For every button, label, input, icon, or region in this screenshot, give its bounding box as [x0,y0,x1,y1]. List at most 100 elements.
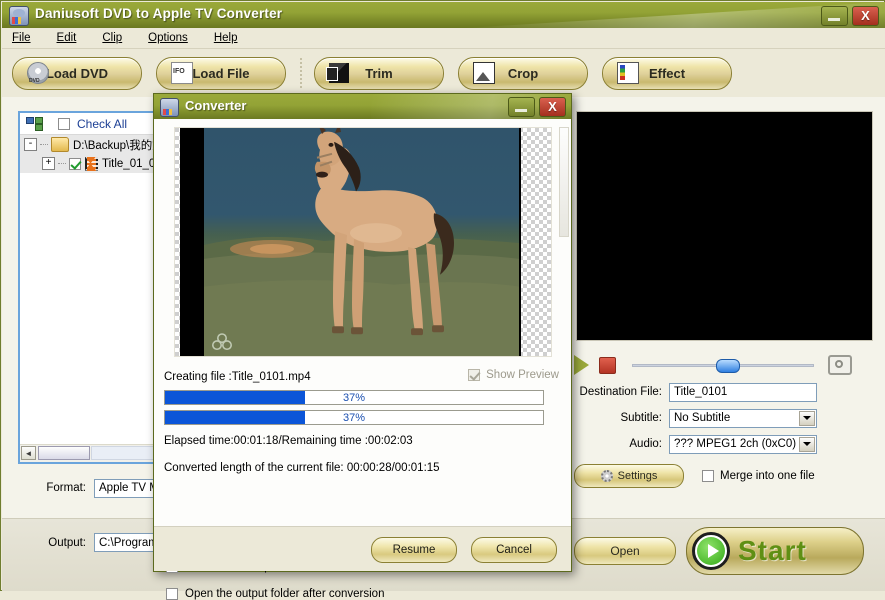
load-dvd-button[interactable]: Load DVD [12,56,142,90]
effect-sliders-icon [617,62,639,84]
crop-image-icon [473,62,495,84]
settings-button[interactable]: Settings [574,464,684,488]
menu-options-label: Options [148,32,188,44]
creating-file-text: Creating file :Title_0101.mp4 [164,371,311,383]
open-folder-checkbox[interactable] [166,588,178,600]
dialog-close-button[interactable]: X [539,97,566,117]
check-all-checkbox[interactable] [58,117,70,130]
cancel-button[interactable]: Cancel [471,537,557,563]
menu-file-label: File [12,32,31,44]
scroll-left-arrow-icon[interactable]: ◄ [21,446,36,460]
conversion-preview-frame [174,127,552,357]
subtitle-row: Subtitle: No Subtitle [574,405,876,431]
elapsed-time-text: Elapsed time:00:01:18/Remaining time :00… [164,435,413,447]
load-file-label: Load File [192,65,250,81]
dialog-app-icon [160,98,179,117]
play-icon[interactable] [574,355,589,375]
preview-fields: Destination File: Title_0101 Subtitle: N… [574,379,876,457]
folder-icon [51,137,69,152]
open-folder-option: Open the output folder after conversion [166,588,384,600]
dialog-vertical-scrollbar[interactable] [559,127,569,237]
progress-percent-1: 37% [342,391,366,404]
tree-folder-label: D:\Backup\我的文 [73,139,164,152]
title-bar: Daniusoft DVD to Apple TV Converter X [2,2,885,28]
video-preview-surface[interactable] [576,111,873,341]
format-value: Apple TV M [99,482,159,494]
output-path-value: C:\Program [99,536,158,549]
effect-button[interactable]: Effect [602,56,732,90]
pillarbox-left [180,128,204,356]
horse-illustration [204,128,519,356]
audio-row: Audio: ??? MPEG1 2ch (0xC0) [574,431,876,457]
chevron-down-icon[interactable] [799,410,815,426]
dvd-disc-icon [27,62,49,84]
stop-icon[interactable] [599,356,616,374]
trim-label: Trim [365,65,393,81]
check-all-label: Check All [77,116,128,131]
ifo-file-icon [171,62,193,84]
dialog-title-bar: Converter X [154,94,571,119]
merge-label: Merge into one file [720,470,815,482]
merge-checkbox[interactable] [702,470,714,482]
load-dvd-label: Load DVD [45,65,109,81]
resume-label: Resume [392,544,436,556]
menu-clip-label: Clip [102,32,123,44]
dialog-body: Creating file :Title_0101.mp4 Show Previ… [154,119,571,527]
show-preview-checkbox[interactable] [468,369,481,381]
volume-slider[interactable] [632,358,814,373]
load-file-button[interactable]: Load File [156,56,286,90]
menu-bar: File Edit Clip Options Help [2,28,885,49]
open-label: Open [610,544,640,558]
window-title: Daniusoft DVD to Apple TV Converter [35,6,283,21]
menu-item-edit[interactable]: Edit [57,32,77,44]
crop-button[interactable]: Crop [458,56,588,90]
tree-dotline [40,144,48,145]
menu-item-clip[interactable]: Clip [102,32,122,44]
converter-dialog: Converter X Creating file:Title_0101.mp… [153,93,572,600]
expand-expander-icon[interactable]: + [42,157,55,170]
audio-value: ??? MPEG1 2ch (0xC0) [674,438,797,450]
app-logo-icon [9,6,29,26]
open-button[interactable]: Open [574,537,676,565]
playback-controls [574,351,876,379]
collapse-expander-icon[interactable]: - [24,138,37,151]
chevron-down-icon-2[interactable] [799,436,815,452]
filmstrip-icon [85,156,98,171]
preview-options-row: Settings Merge into one file [574,464,876,488]
gear-icon [600,470,613,482]
crop-label: Crop [507,65,539,81]
dialog-minimize-button[interactable] [508,97,535,117]
close-button[interactable]: X [852,6,879,26]
dialog-buttons: Resume Cancel [371,537,557,563]
settings-label: Settings [617,470,658,482]
show-preview-option: Show Preview [468,369,559,381]
camera-snapshot-icon[interactable] [828,355,852,375]
menu-item-help[interactable]: Help [214,32,238,44]
merge-option: Merge into one file [702,470,815,482]
resume-button[interactable]: Resume [371,537,457,563]
preview-panel: Destination File: Title_0101 Subtitle: N… [574,107,876,507]
volume-slider-knob[interactable] [715,359,740,373]
subtitle-label: Subtitle: [620,412,662,424]
menu-item-file[interactable]: File [12,32,31,44]
destination-file-input[interactable]: Title_0101 [669,382,817,402]
subtitle-select[interactable]: No Subtitle [669,408,817,428]
dialog-window-controls: X [508,97,566,117]
start-button[interactable]: Start [686,527,864,575]
open-folder-label: Open the output folder after conversion [185,588,385,600]
video-frame-image [204,128,519,356]
dialog-footer: Resume Cancel [154,526,571,571]
title-checkbox[interactable] [69,157,81,170]
menu-item-options[interactable]: Options [148,32,188,44]
trim-button[interactable]: Trim [314,56,444,90]
output-label: Output: [48,536,86,549]
audio-label: Audio: [629,438,662,450]
close-icon: X [861,8,870,23]
network-tree-icon [26,117,43,131]
minimize-button[interactable] [821,6,848,26]
tree-dotline-2 [58,163,66,164]
format-label: Format: [46,482,86,494]
scrollbar-thumb[interactable] [38,446,90,460]
show-preview-label: Show Preview [486,369,559,381]
audio-select[interactable]: ??? MPEG1 2ch (0xC0) [669,434,817,454]
